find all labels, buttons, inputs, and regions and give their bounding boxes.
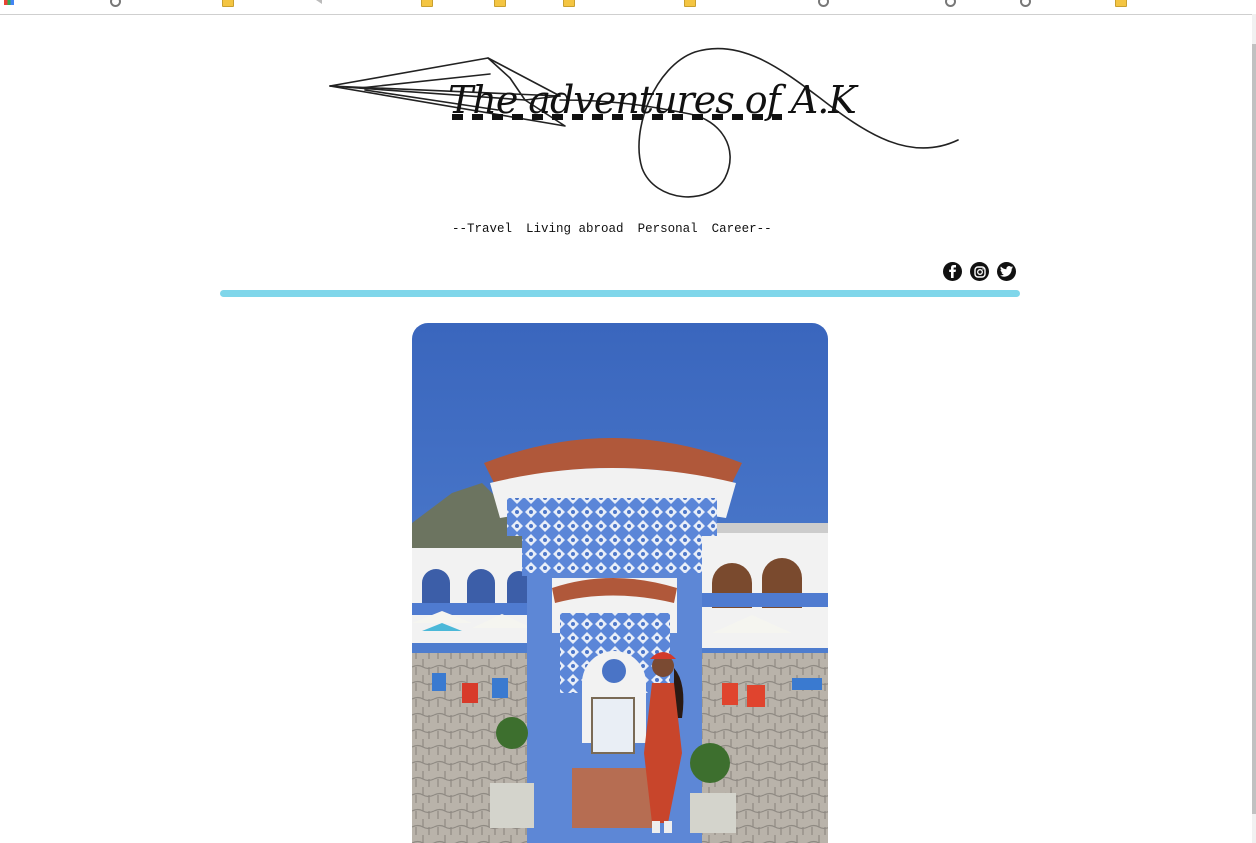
globe-icon <box>818 0 829 7</box>
folder-icon <box>684 0 696 7</box>
nav-link-living-abroad[interactable]: Living abroad <box>526 222 624 238</box>
apps-icon <box>4 0 14 5</box>
folder-icon <box>563 0 575 7</box>
bookmark-6[interactable] <box>563 0 575 7</box>
bookmark-4[interactable] <box>421 0 433 7</box>
title-dotted-underline <box>452 114 782 120</box>
paper-airplane-logo[interactable] <box>320 38 970 206</box>
social-links <box>943 262 1016 281</box>
page-scrollbar[interactable] <box>1252 14 1256 843</box>
nav-suffix: -- <box>756 222 772 236</box>
instagram-icon[interactable] <box>970 262 989 281</box>
bookmark-apps[interactable] <box>4 0 20 5</box>
globe-icon <box>945 0 956 7</box>
scrollbar-thumb[interactable] <box>1252 44 1256 814</box>
bookmark-10[interactable] <box>1020 0 1031 7</box>
bookmark-11[interactable] <box>1115 0 1127 7</box>
featured-post-photo[interactable] <box>412 323 828 843</box>
nav-link-personal[interactable]: Personal <box>638 222 698 238</box>
nav-link-career[interactable]: Career <box>712 222 757 238</box>
facebook-icon[interactable] <box>943 262 962 281</box>
bookmark-2[interactable] <box>222 0 234 7</box>
bookmark-3[interactable] <box>316 0 322 4</box>
bookmark-1[interactable] <box>110 0 121 7</box>
folder-icon <box>1115 0 1127 7</box>
main-nav: -- Travel Living abroad Personal Career … <box>452 222 772 238</box>
folder-icon <box>421 0 433 7</box>
globe-icon <box>110 0 121 7</box>
nav-prefix: -- <box>452 222 468 236</box>
globe-icon <box>1020 0 1031 7</box>
bookmark-7[interactable] <box>684 0 696 7</box>
header-divider <box>220 290 1020 297</box>
twitter-icon[interactable] <box>997 262 1016 281</box>
nav-link-travel[interactable]: Travel <box>467 222 512 238</box>
bookmark-8[interactable] <box>818 0 829 7</box>
bookmarks-bar <box>0 0 1256 15</box>
arrow-icon <box>316 0 322 4</box>
folder-icon <box>494 0 506 7</box>
bookmark-9[interactable] <box>945 0 956 7</box>
bookmark-5[interactable] <box>494 0 506 7</box>
folder-icon <box>222 0 234 7</box>
